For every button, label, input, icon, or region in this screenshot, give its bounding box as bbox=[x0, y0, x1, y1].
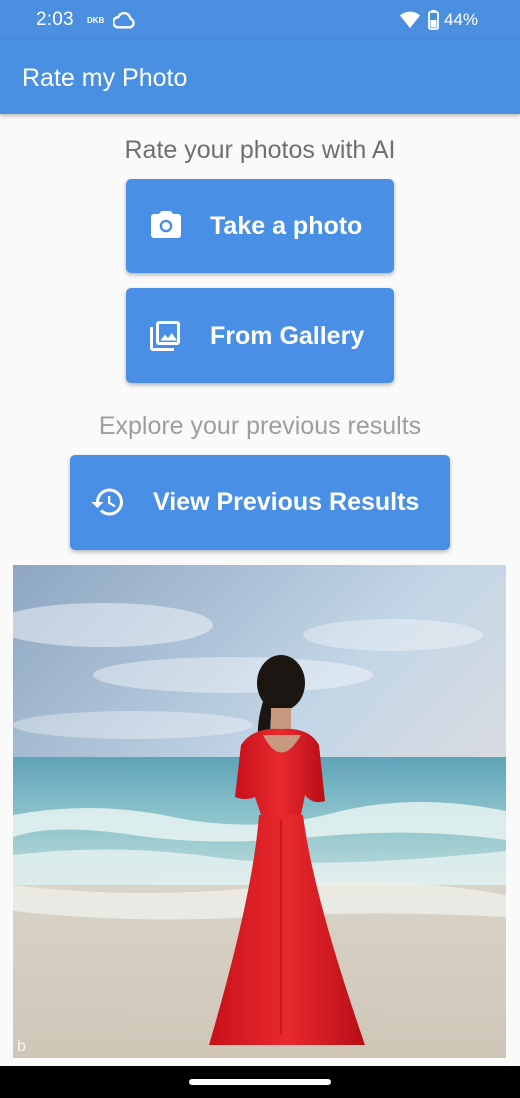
take-photo-label: Take a photo bbox=[210, 212, 363, 240]
from-gallery-label: From Gallery bbox=[210, 322, 365, 350]
explore-caption: Explore your previous results bbox=[98, 412, 422, 440]
dkb-notification-icon: DKB bbox=[87, 16, 105, 25]
from-gallery-button[interactable]: From Gallery bbox=[126, 288, 394, 383]
history-icon bbox=[90, 484, 126, 520]
sample-photo: b bbox=[13, 565, 506, 1058]
view-previous-results-label: View Previous Results bbox=[153, 488, 420, 516]
rate-caption: Rate your photos with AI bbox=[124, 136, 396, 164]
home-gesture-handle[interactable] bbox=[189, 1079, 331, 1085]
battery-icon bbox=[428, 10, 439, 30]
camera-icon bbox=[148, 208, 184, 244]
navigation-bar bbox=[0, 1066, 520, 1098]
take-photo-button[interactable]: Take a photo bbox=[126, 179, 394, 273]
view-previous-results-button[interactable]: View Previous Results bbox=[70, 455, 450, 550]
photo-library-icon bbox=[147, 318, 183, 354]
photo-watermark: b bbox=[17, 1038, 26, 1055]
screen: 2:03 DKB 44% Rate my Photo Rate your pho… bbox=[0, 0, 520, 1098]
status-time: 2:03 bbox=[36, 9, 74, 30]
battery-percentage: 44% bbox=[444, 10, 479, 29]
app-bar: Rate my Photo bbox=[0, 40, 520, 114]
status-bar: 2:03 DKB 44% bbox=[0, 0, 520, 40]
cloud-icon bbox=[112, 10, 135, 30]
app-title: Rate my Photo bbox=[22, 64, 188, 92]
wifi-icon bbox=[400, 11, 420, 29]
